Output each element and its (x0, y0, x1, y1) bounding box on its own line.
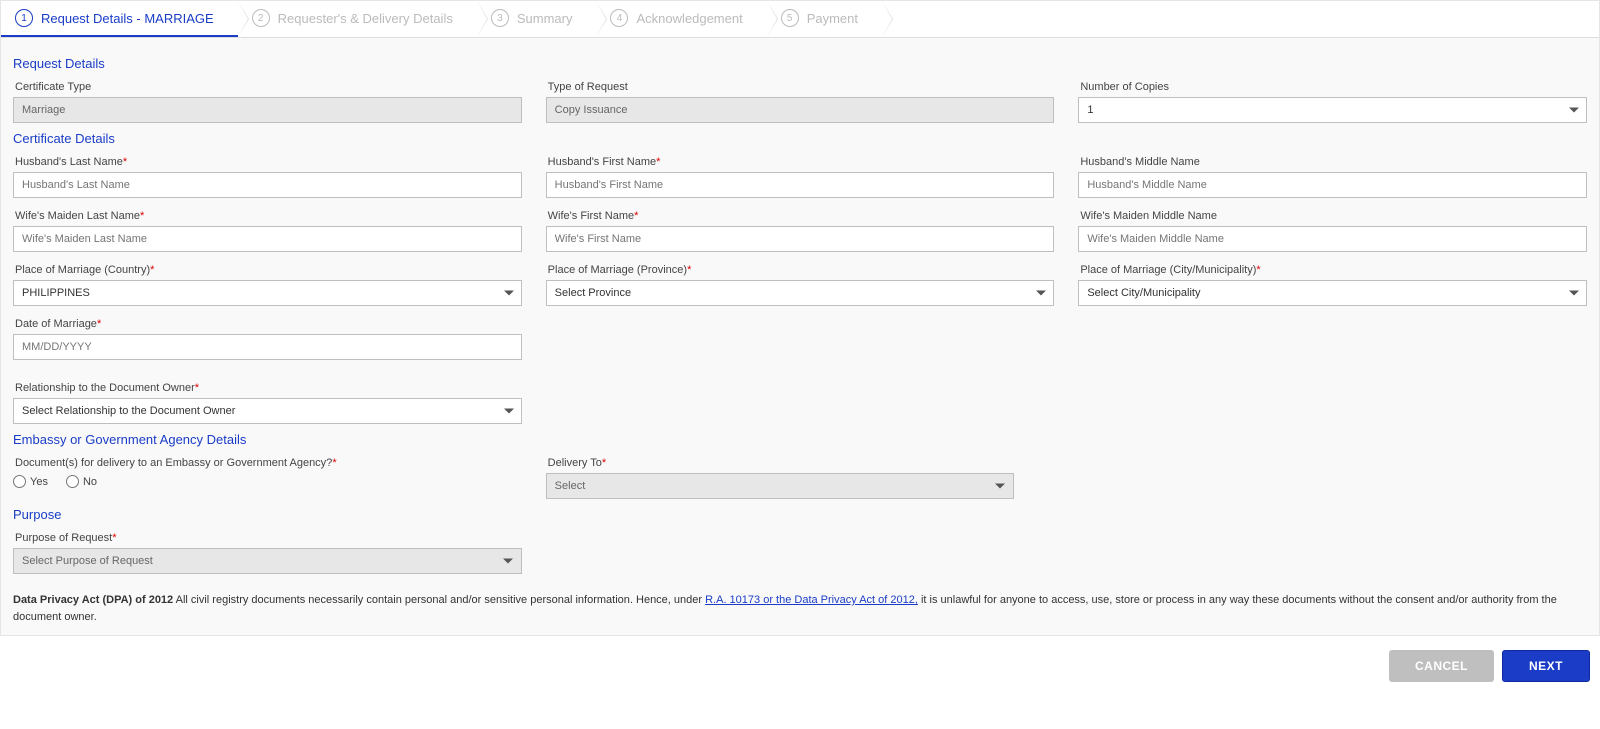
wife-maiden-middle-name-input[interactable] (1078, 226, 1587, 252)
section-title-request-details: Request Details (13, 56, 1587, 71)
step-number: 5 (781, 9, 799, 27)
step-label: Acknowledgement (636, 11, 742, 26)
place-province-select[interactable]: Select Province (546, 280, 1055, 306)
label-delivery-to: Delivery To* (548, 457, 1014, 469)
wife-first-name-input[interactable] (546, 226, 1055, 252)
label-wife-middle: Wife's Maiden Middle Name (1080, 210, 1587, 222)
label-husband-middle: Husband's Middle Name (1080, 156, 1587, 168)
stepper: 1 Request Details - MARRIAGE 2 Requester… (0, 0, 1600, 38)
radio-yes[interactable]: Yes (13, 475, 48, 488)
delivery-to-select: Select (546, 473, 1014, 499)
section-title-certificate-details: Certificate Details (13, 131, 1587, 146)
relationship-select[interactable]: Select Relationship to the Document Owne… (13, 398, 522, 424)
next-button[interactable]: NEXT (1502, 650, 1590, 682)
radio-input-no[interactable] (66, 475, 79, 488)
section-title-embassy: Embassy or Government Agency Details (13, 432, 1587, 447)
cancel-button[interactable]: CANCEL (1389, 650, 1494, 682)
step-payment[interactable]: 5 Payment (767, 1, 882, 37)
place-country-select[interactable]: PHILIPPINES (13, 280, 522, 306)
label-place-province: Place of Marriage (Province)* (548, 264, 1055, 276)
step-number: 2 (252, 9, 270, 27)
section-title-purpose: Purpose (13, 507, 1587, 522)
radio-no[interactable]: No (66, 475, 97, 488)
privacy-link[interactable]: R.A. 10173 or the Data Privacy Act of 20… (705, 594, 918, 606)
label-date-of-marriage: Date of Marriage* (15, 318, 522, 330)
step-requester-delivery[interactable]: 2 Requester's & Delivery Details (238, 1, 477, 37)
label-relationship: Relationship to the Document Owner* (15, 382, 522, 394)
chevron-down-icon (995, 484, 1005, 489)
step-request-details[interactable]: 1 Request Details - MARRIAGE (1, 1, 238, 37)
step-label: Summary (517, 11, 573, 26)
label-certificate-type: Certificate Type (15, 81, 522, 93)
privacy-notice: Data Privacy Act (DPA) of 2012 All civil… (13, 592, 1587, 625)
label-number-of-copies: Number of Copies (1080, 81, 1587, 93)
step-number: 4 (610, 9, 628, 27)
label-place-country: Place of Marriage (Country)* (15, 264, 522, 276)
radio-input-yes[interactable] (13, 475, 26, 488)
form-area: Request Details Certificate Type Marriag… (0, 38, 1600, 636)
step-label: Requester's & Delivery Details (278, 11, 453, 26)
purpose-of-request-select: Select Purpose of Request (13, 548, 522, 574)
type-of-request-field: Copy Issuance (546, 97, 1055, 123)
label-husband-first: Husband's First Name* (548, 156, 1055, 168)
label-wife-last: Wife's Maiden Last Name* (15, 210, 522, 222)
chevron-down-icon (503, 559, 513, 564)
label-type-of-request: Type of Request (548, 81, 1055, 93)
label-purpose-of-request: Purpose of Request* (15, 532, 522, 544)
husband-middle-name-input[interactable] (1078, 172, 1587, 198)
step-acknowledgement[interactable]: 4 Acknowledgement (596, 1, 766, 37)
husband-first-name-input[interactable] (546, 172, 1055, 198)
label-embassy-question: Document(s) for delivery to an Embassy o… (15, 457, 522, 469)
husband-last-name-input[interactable] (13, 172, 522, 198)
step-summary[interactable]: 3 Summary (477, 1, 597, 37)
label-place-city: Place of Marriage (City/Municipality)* (1080, 264, 1587, 276)
place-city-select[interactable]: Select City/Municipality (1078, 280, 1587, 306)
certificate-type-field: Marriage (13, 97, 522, 123)
step-number: 3 (491, 9, 509, 27)
button-bar: CANCEL NEXT (0, 636, 1600, 694)
step-label: Request Details - MARRIAGE (41, 11, 214, 26)
step-label: Payment (807, 11, 858, 26)
wife-maiden-last-name-input[interactable] (13, 226, 522, 252)
number-of-copies-select[interactable]: 1 (1078, 97, 1587, 123)
label-wife-first: Wife's First Name* (548, 210, 1055, 222)
date-of-marriage-input[interactable] (13, 334, 522, 360)
step-number: 1 (15, 9, 33, 27)
label-husband-last: Husband's Last Name* (15, 156, 522, 168)
